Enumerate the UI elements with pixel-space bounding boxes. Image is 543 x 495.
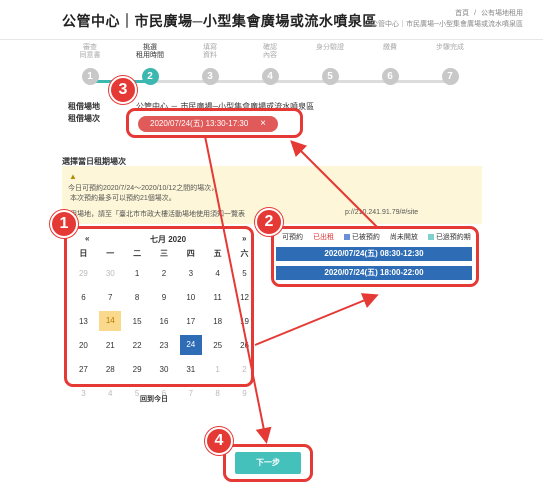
- notice-line: 用場地，請至「臺北市市政大樓活動場地使用須知一覽表: [70, 211, 245, 218]
- breadcrumb: 首頁 / 公有場地租用 / 公管中心｜市民廣場─小型集會廣場或流水噴泉區: [361, 8, 523, 30]
- step-5: 身分驗證 5: [310, 44, 350, 85]
- step-number: 7: [441, 68, 459, 85]
- step-7: 步驟完成 7: [430, 44, 470, 85]
- step-number: 2: [141, 68, 159, 85]
- calendar-day-number: 3: [81, 388, 86, 398]
- step-label: 審查 同意書: [79, 44, 101, 59]
- calendar-day-number: 7: [188, 388, 194, 398]
- step-2: 挑選 租用時間 2: [130, 44, 170, 85]
- breadcrumb-separator: /: [364, 21, 367, 28]
- page-title: 公管中心｜市民廣場─小型集會廣場或流水噴泉區: [62, 13, 377, 29]
- step-3: 填寫 資料 3: [190, 44, 230, 85]
- calendar-day-number: 5: [134, 388, 140, 398]
- annotation-number: 1: [50, 210, 78, 238]
- calendar-day-number: 9: [242, 388, 247, 398]
- place-label: 租借場地: [68, 102, 100, 111]
- page-header: 公管中心｜市民廣場─小型集會廣場或流水噴泉區 首頁 / 公有場地租用 / 公管中…: [0, 0, 543, 40]
- step-label: 步驟完成: [436, 44, 464, 51]
- step-1: 審查 同意書 1: [70, 44, 110, 85]
- annotation-box-selected: [126, 108, 303, 138]
- annotation-number: 2: [255, 208, 283, 236]
- notice-link[interactable]: p://210.241.91.79/#/site: [345, 209, 418, 216]
- back-to-today-button[interactable]: 回到今日: [140, 394, 168, 404]
- step-label: 填寫 資料: [203, 44, 217, 59]
- step-number: 4: [261, 68, 279, 85]
- breadcrumb-home[interactable]: 首頁: [455, 8, 469, 19]
- step-number: 6: [381, 68, 399, 85]
- warning-icon: ▲: [69, 172, 77, 181]
- step-label: 身分驗證: [316, 44, 344, 51]
- slot-label: 租借場次: [68, 114, 100, 123]
- annotation-box-next: [223, 444, 313, 482]
- step-number: 1: [81, 68, 99, 85]
- annotation-number: 4: [205, 427, 233, 455]
- annotation-number: 3: [109, 76, 137, 104]
- step-label: 挑選 租用時間: [136, 44, 164, 59]
- notice-line: 本次預約最多可以預約21個場次。: [70, 195, 176, 202]
- step-label: 繳費: [383, 44, 397, 51]
- step-4: 確認 內容 4: [250, 44, 290, 85]
- breadcrumb-separator: /: [474, 10, 477, 17]
- annotation-box-slots: [271, 226, 479, 287]
- annotation-box-calendar: [64, 226, 254, 387]
- step-label: 確認 內容: [263, 44, 277, 59]
- calendar-day-number: 4: [108, 388, 113, 398]
- breadcrumb-rental[interactable]: 公有場地租用: [481, 8, 523, 19]
- step-6: 繳費 6: [370, 44, 410, 85]
- calendar-day-number: 8: [215, 388, 220, 398]
- notice-line: 今日可預約2020/7/24～2020/10/12之間的場次，: [68, 185, 219, 192]
- step-number: 3: [201, 68, 219, 85]
- step-number: 5: [321, 68, 339, 85]
- breadcrumb-current: 公管中心｜市民廣場─小型集會廣場或流水噴泉區: [371, 21, 523, 28]
